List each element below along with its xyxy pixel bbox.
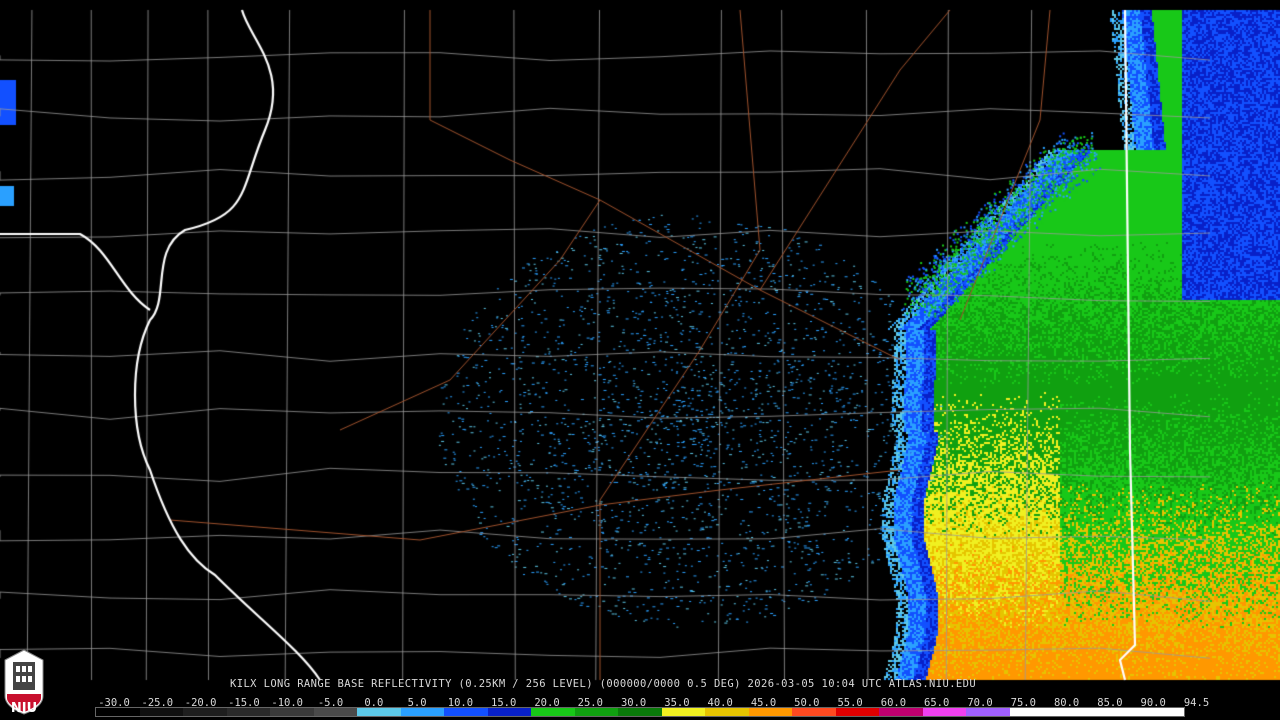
- colorbar-segment: [444, 708, 488, 716]
- colorbar-segment: [400, 708, 445, 716]
- logo-text: NIU: [10, 701, 38, 716]
- colorbar-segment: [574, 708, 619, 716]
- colorbar-segment: [357, 708, 401, 716]
- colorbar-segment: [1140, 708, 1184, 716]
- colorbar-segment: [792, 708, 836, 716]
- radar-caption: KILX LONG RANGE BASE REFLECTIVITY (0.25K…: [230, 678, 977, 690]
- colorbar-segment: [1096, 708, 1141, 716]
- colorbar-segment: [226, 708, 271, 716]
- reflectivity-colorbar: [95, 707, 1185, 717]
- colorbar-segment: [835, 708, 880, 716]
- colorbar-segment: [879, 708, 923, 716]
- colorbar-segment: [966, 708, 1010, 716]
- colorbar-segment: [270, 708, 314, 716]
- colorbar-segment: [1009, 708, 1054, 716]
- colorbar-segment: [487, 708, 532, 716]
- colorbar-segment: [705, 708, 749, 716]
- colorbar-segment: [531, 708, 575, 716]
- colorbar-segment: [313, 708, 358, 716]
- scale-label: 94.5: [1183, 697, 1210, 709]
- colorbar-segment: [748, 708, 793, 716]
- colorbar-segment: [661, 708, 706, 716]
- colorbar-segment: [139, 708, 184, 716]
- colorbar-segment: [1053, 708, 1097, 716]
- colorbar-segment: [922, 708, 967, 716]
- colorbar-segment: [618, 708, 662, 716]
- colorbar-segment: [96, 708, 140, 716]
- colorbar-segment: [183, 708, 227, 716]
- radar-map: [0, 0, 1280, 720]
